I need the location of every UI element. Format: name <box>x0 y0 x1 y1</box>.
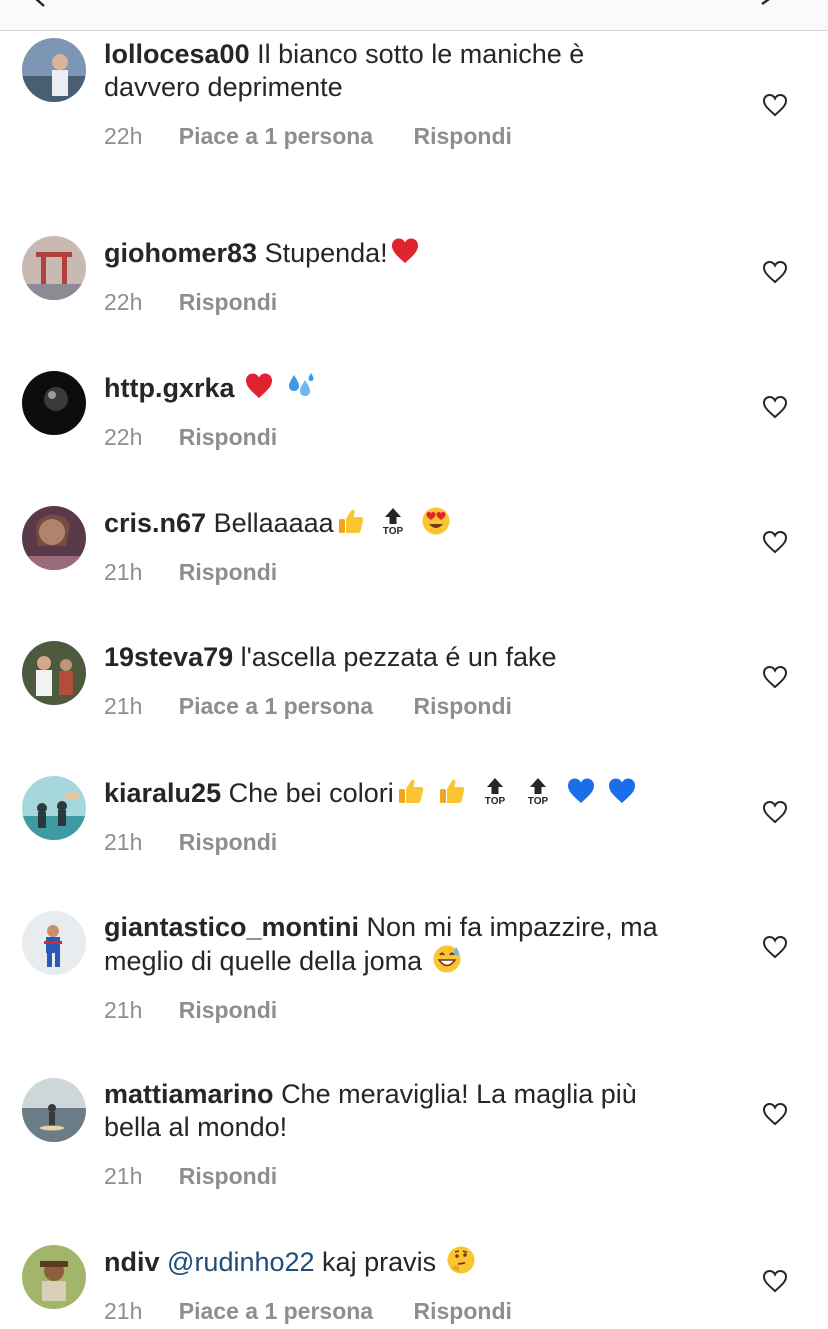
comment-text: giantastico_montini Non mi fa impazzire,… <box>104 912 658 976</box>
heart-icon[interactable] <box>762 1102 788 1126</box>
comment-time: 21h <box>104 1298 143 1324</box>
heart-eyes-emoji <box>421 506 451 536</box>
thumbs-up-emoji <box>396 776 426 806</box>
blue-heart-emoji <box>566 776 596 806</box>
svg-text:TOP: TOP <box>528 796 549 806</box>
comment-text: giohomer83 Stupenda! <box>104 236 724 270</box>
comment-username[interactable]: 19steva79 <box>104 642 233 672</box>
comment-time: 22h <box>104 424 143 450</box>
comment-username[interactable]: giohomer83 <box>104 238 257 268</box>
comment-meta: 22h Rispondi <box>104 423 724 451</box>
reply-button[interactable]: Rispondi <box>414 1297 512 1325</box>
comment-meta: 21h Rispondi <box>104 558 724 586</box>
blue-heart-emoji <box>607 776 637 806</box>
avatar[interactable] <box>22 776 86 840</box>
reply-button[interactable]: Rispondi <box>179 423 277 451</box>
reply-button[interactable]: Rispondi <box>179 1162 277 1190</box>
top-arrow-emoji: TOP <box>524 776 552 806</box>
mention-link[interactable]: @rudinho22 <box>167 1247 315 1277</box>
comment-time: 21h <box>104 693 143 719</box>
avatar[interactable] <box>22 641 86 705</box>
heart-icon[interactable] <box>762 530 788 554</box>
heart-icon[interactable] <box>762 1269 788 1293</box>
thinking-face-emoji <box>446 1245 476 1275</box>
comment-meta: 22h Piace a 1 persona Rispondi <box>104 122 724 150</box>
thumbs-up-emoji <box>336 506 366 536</box>
heart-icon[interactable] <box>762 665 788 689</box>
comment-time: 21h <box>104 829 143 855</box>
red-heart-emoji <box>244 371 274 401</box>
comment-username[interactable]: mattiamarino <box>104 1079 274 1109</box>
comment-username[interactable]: http.gxrka <box>104 373 235 403</box>
heart-icon[interactable] <box>762 395 788 419</box>
comment-text: http.gxrka <box>104 371 724 405</box>
comment-meta: 21h Rispondi <box>104 828 724 856</box>
grinning-sweat-emoji <box>432 944 462 974</box>
reply-button[interactable]: Rispondi <box>179 558 277 586</box>
reply-button[interactable]: Rispondi <box>179 828 277 856</box>
comment-username[interactable]: kiaralu25 <box>104 778 221 808</box>
comment-text: kiaralu25 Che bei colori TOP TOP <box>104 776 724 810</box>
heart-icon[interactable] <box>762 800 788 824</box>
send-icon[interactable] <box>758 0 776 6</box>
comment-meta: 22h Rispondi <box>104 288 724 316</box>
comment-text: ndiv @rudinho22 kaj pravis <box>104 1245 724 1279</box>
avatar[interactable] <box>22 1078 86 1142</box>
comment-time: 21h <box>104 997 143 1023</box>
reply-button[interactable]: Rispondi <box>179 996 277 1024</box>
avatar[interactable] <box>22 38 86 102</box>
comment-meta: 21h Piace a 1 persona Rispondi <box>104 692 724 720</box>
heart-icon[interactable] <box>762 260 788 284</box>
comment-likes[interactable]: Piace a 1 persona <box>179 122 373 150</box>
heart-icon[interactable] <box>762 935 788 959</box>
red-heart-emoji <box>390 236 420 266</box>
comment-time: 21h <box>104 559 143 585</box>
comment-username[interactable]: cris.n67 <box>104 508 206 538</box>
svg-text:TOP: TOP <box>383 526 404 536</box>
heart-icon[interactable] <box>762 93 788 117</box>
comment-likes[interactable]: Piace a 1 persona <box>179 692 373 720</box>
comment-username[interactable]: lollocesa00 <box>104 39 250 69</box>
top-arrow-emoji: TOP <box>481 776 509 806</box>
avatar[interactable] <box>22 911 86 975</box>
sweat-droplets-emoji <box>286 371 316 401</box>
header-bar <box>0 0 828 31</box>
comment-meta: 21h Piace a 1 persona Rispondi <box>104 1297 724 1325</box>
reply-button[interactable]: Rispondi <box>179 288 277 316</box>
top-arrow-emoji: TOP <box>379 506 407 536</box>
comment-meta: 21h Rispondi <box>104 1162 724 1190</box>
thumbs-up-emoji <box>437 776 467 806</box>
comment-username[interactable]: giantastico_montini <box>104 912 359 942</box>
avatar[interactable] <box>22 371 86 435</box>
comment-text: lollocesa00 Il bianco sotto le maniche è… <box>104 39 585 102</box>
comment-time: 22h <box>104 123 143 149</box>
back-arrow-icon[interactable] <box>30 0 50 8</box>
reply-button[interactable]: Rispondi <box>414 122 512 150</box>
avatar[interactable] <box>22 506 86 570</box>
comment-meta: 21h Rispondi <box>104 996 724 1024</box>
comment-time: 21h <box>104 1163 143 1189</box>
comment-text: cris.n67 Bellaaaaa TOP <box>104 506 724 540</box>
avatar[interactable] <box>22 236 86 300</box>
comment-text: mattiamarino Che meraviglia! La maglia p… <box>104 1079 637 1142</box>
svg-text:TOP: TOP <box>485 796 506 806</box>
comment-username[interactable]: ndiv <box>104 1247 160 1277</box>
avatar[interactable] <box>22 1245 86 1309</box>
comment-likes[interactable]: Piace a 1 persona <box>179 1297 373 1325</box>
reply-button[interactable]: Rispondi <box>414 692 512 720</box>
comment-time: 22h <box>104 289 143 315</box>
comment-text: 19steva79 l'ascella pezzata é un fake <box>104 642 557 672</box>
